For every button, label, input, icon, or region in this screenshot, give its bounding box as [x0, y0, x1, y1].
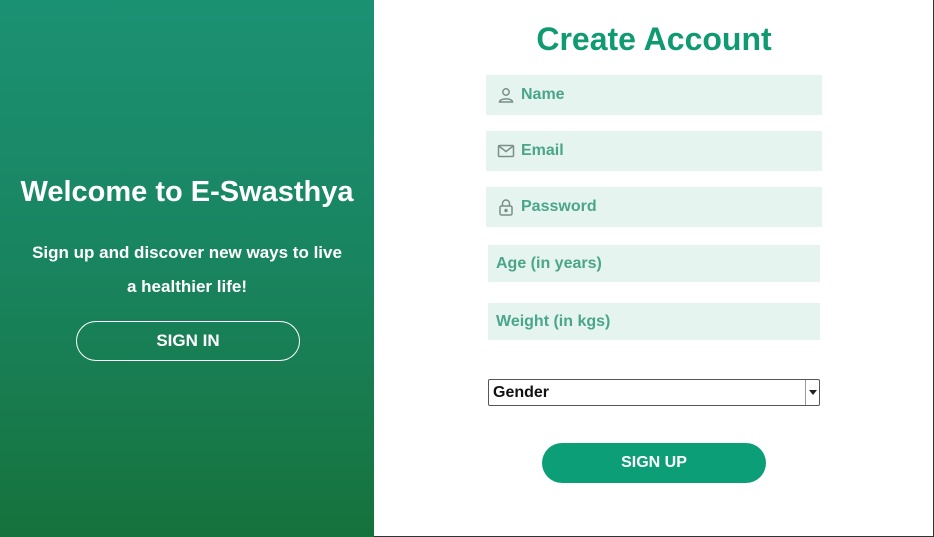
form-title: Create Account — [536, 21, 772, 57]
welcome-title: Welcome to E-Swasthya — [20, 176, 354, 208]
weight-field — [488, 303, 820, 340]
email-input[interactable] — [521, 131, 822, 171]
password-field — [486, 187, 822, 227]
name-field — [486, 75, 822, 115]
password-input[interactable] — [521, 187, 822, 227]
page-frame: Welcome to E-Swasthya Sign up and discov… — [0, 0, 934, 537]
user-icon — [497, 86, 515, 104]
mail-icon — [497, 142, 515, 160]
sign-in-button[interactable]: SIGN IN — [76, 321, 300, 361]
gender-select[interactable]: Gender — [489, 380, 819, 405]
weight-input[interactable] — [488, 303, 820, 340]
sign-up-button[interactable]: SIGN UP — [542, 443, 766, 483]
welcome-panel: Welcome to E-Swasthya Sign up and discov… — [0, 0, 374, 537]
gender-select-wrapper: Gender — [488, 379, 820, 406]
email-field — [486, 131, 822, 171]
welcome-subtitle: Sign up and discover new ways to live a … — [32, 243, 342, 296]
age-field — [488, 245, 820, 282]
age-input[interactable] — [488, 245, 820, 282]
lock-icon — [497, 198, 515, 216]
name-input[interactable] — [521, 75, 822, 115]
signup-form: Create Account Name Email Age (in years)… — [374, 0, 933, 536]
